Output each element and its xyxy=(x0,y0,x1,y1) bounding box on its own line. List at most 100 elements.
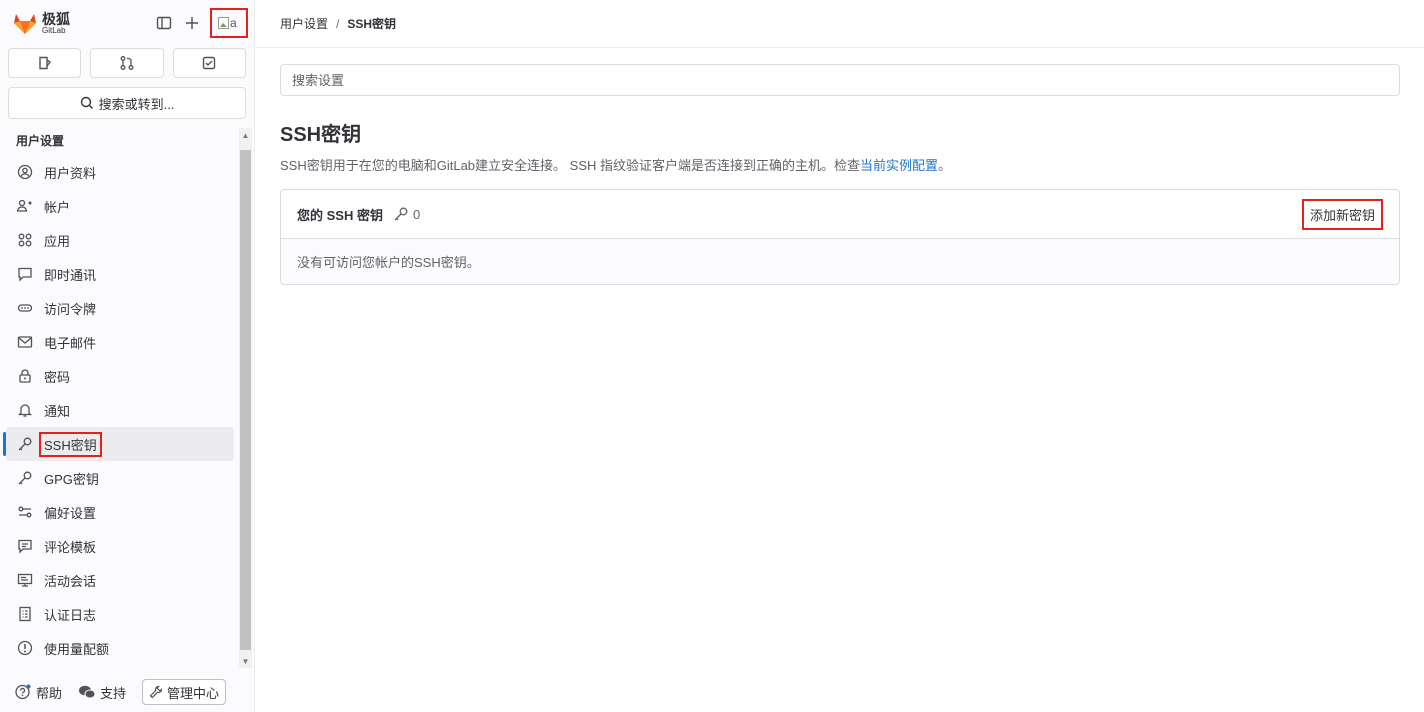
log-icon xyxy=(16,605,34,623)
sidebar-scrollbar-thumb[interactable] xyxy=(240,150,251,650)
sidebar-item-label: 使用量配额 xyxy=(44,641,110,657)
toggle-sidebar-button[interactable] xyxy=(150,9,178,37)
user-avatar[interactable]: a xyxy=(210,8,248,38)
sidebar-item-emails[interactable]: 电子邮件 xyxy=(6,325,234,359)
wechat-icon xyxy=(79,685,96,699)
token-icon xyxy=(16,299,34,317)
sidebar-header: 极狐 GitLab a xyxy=(0,0,254,46)
breadcrumb-parent[interactable]: 用户设置 xyxy=(280,15,328,32)
admin-label: 管理中心 xyxy=(167,685,220,701)
sidebar-item-account[interactable]: 帐户 xyxy=(6,189,234,223)
sidebar-item-label: 电子邮件 xyxy=(44,335,97,351)
scroll-up-arrow[interactable]: ▲ xyxy=(241,131,250,140)
search-button[interactable]: 搜索或转到... xyxy=(8,87,246,119)
sidebar-item-access-tokens[interactable]: 访问令牌 xyxy=(6,291,234,325)
issues-button[interactable] xyxy=(8,48,82,78)
sidebar-item-label: SSH密钥 xyxy=(39,431,102,457)
admin-area-button[interactable]: 管理中心 xyxy=(142,679,227,705)
sidebar-item-password[interactable]: 密码 xyxy=(6,359,234,393)
preferences-icon xyxy=(16,503,34,521)
sidebar-item-chat[interactable]: 即时通讯 xyxy=(6,257,234,291)
instance-config-link[interactable]: 当前实例配置 xyxy=(860,158,938,173)
main-content: 用户设置 / SSH密钥 SSH密钥 SSH密钥用于在您的电脑和GitLab建立… xyxy=(255,0,1424,712)
page-description: SSH密钥用于在您的电脑和GitLab建立安全连接。 SSH 指纹验证客户端是否… xyxy=(280,155,1400,174)
brand-sub: GitLab xyxy=(42,25,66,35)
account-icon xyxy=(16,197,34,215)
sidebar-item-active-sessions[interactable]: 活动会话 xyxy=(6,563,234,597)
search-button-label: 搜索或转到... xyxy=(98,96,175,112)
sidebar-item-label: 评论模板 xyxy=(44,539,97,555)
sidebar: 极狐 GitLab a 搜索或转到... 用户设置 用户资料 帐户 应用 即时通… xyxy=(0,0,255,712)
description-text: SSH密钥用于在您的电脑和GitLab建立安全连接。 SSH 指纹验证客户端是否… xyxy=(280,158,860,173)
breadcrumb-current[interactable]: SSH密钥 xyxy=(347,15,396,32)
sidebar-nav: 用户资料 帐户 应用 即时通讯 访问令牌 电子邮件 密码 通知 SSH密钥 GP… xyxy=(0,155,240,665)
help-icon xyxy=(15,684,31,700)
applications-icon xyxy=(16,231,34,249)
merge-requests-button[interactable] xyxy=(90,48,164,78)
sidebar-item-usage-quotas[interactable]: 使用量配额 xyxy=(6,631,234,665)
sidebar-item-auth-log[interactable]: 认证日志 xyxy=(6,597,234,631)
sidebar-item-label: 偏好设置 xyxy=(44,505,97,521)
wrench-icon xyxy=(149,685,163,699)
sidebar-item-notifications[interactable]: 通知 xyxy=(6,393,234,427)
sidebar-item-label: 访问令牌 xyxy=(44,301,97,317)
sidebar-item-label: 即时通讯 xyxy=(44,267,97,283)
sidebar-footer: 帮助 支持 管理中心 xyxy=(0,672,255,712)
sidebar-item-label: 活动会话 xyxy=(44,573,97,589)
mail-icon xyxy=(16,333,34,351)
sidebar-item-label: 认证日志 xyxy=(44,607,97,623)
comment-icon xyxy=(16,537,34,555)
key-icon xyxy=(16,435,34,453)
brand-name: 极狐 xyxy=(42,10,70,27)
key-icon xyxy=(16,469,34,487)
card-title: 您的 SSH 密钥 xyxy=(297,207,383,223)
lock-icon xyxy=(16,367,34,385)
key-count: 0 xyxy=(393,206,420,222)
broken-image-icon xyxy=(218,17,229,29)
key-count-value: 0 xyxy=(412,206,421,222)
sidebar-item-preferences[interactable]: 偏好设置 xyxy=(6,495,234,529)
sidebar-item-gpg-keys[interactable]: GPG密钥 xyxy=(6,461,234,495)
todo-button[interactable] xyxy=(172,48,246,78)
help-button[interactable]: 帮助 xyxy=(14,683,62,702)
sidebar-item-label: 帐户 xyxy=(44,199,71,215)
merge-request-icon xyxy=(120,56,134,70)
avatar-alt-text: a xyxy=(230,16,237,30)
breadcrumb-separator: / xyxy=(336,16,340,31)
profile-icon xyxy=(16,163,34,181)
empty-state-text: 没有可访问您帐户的SSH密钥。 xyxy=(297,255,480,270)
brand-logo[interactable]: 极狐 GitLab xyxy=(12,11,70,35)
ssh-keys-card: 您的 SSH 密钥 0 添加新密钥 没有可访问您帐户的SSH密钥。 xyxy=(280,189,1400,285)
issues-icon xyxy=(38,56,51,70)
breadcrumb: 用户设置 / SSH密钥 xyxy=(255,0,1424,48)
quota-icon xyxy=(16,639,34,657)
sidebar-item-label: 应用 xyxy=(44,233,71,249)
key-icon xyxy=(394,207,408,221)
sidebar-section-title: 用户设置 xyxy=(16,134,65,148)
sidebar-item-label: GPG密钥 xyxy=(44,471,99,487)
search-settings-input[interactable] xyxy=(280,64,1400,96)
scroll-down-arrow[interactable]: ▼ xyxy=(241,657,250,666)
description-end: 。 xyxy=(938,158,952,173)
create-new-button[interactable] xyxy=(178,9,206,37)
bell-icon xyxy=(16,401,34,419)
sidebar-item-label: 密码 xyxy=(44,369,71,385)
monitor-icon xyxy=(16,571,34,589)
sidebar-item-comment-templates[interactable]: 评论模板 xyxy=(6,529,234,563)
sidebar-toggle-icon xyxy=(156,16,172,30)
search-icon xyxy=(80,96,93,109)
sidebar-item-ssh-keys[interactable]: SSH密钥 xyxy=(3,427,234,461)
sidebar-item-profile[interactable]: 用户资料 xyxy=(6,155,234,189)
add-new-key-button[interactable]: 添加新密钥 xyxy=(1301,198,1383,230)
sidebar-item-label: 用户资料 xyxy=(44,165,97,181)
help-label: 帮助 xyxy=(36,685,63,701)
plus-icon xyxy=(186,17,198,29)
page-title: SSH密钥 xyxy=(280,124,362,146)
chat-icon xyxy=(16,265,34,283)
card-header: 您的 SSH 密钥 0 添加新密钥 xyxy=(281,190,1399,239)
sidebar-item-label: 通知 xyxy=(44,403,71,419)
sidebar-item-applications[interactable]: 应用 xyxy=(6,223,234,257)
support-label: 支持 xyxy=(100,685,127,701)
gitlab-fox-icon xyxy=(14,14,36,34)
support-button[interactable]: 支持 xyxy=(78,683,126,702)
